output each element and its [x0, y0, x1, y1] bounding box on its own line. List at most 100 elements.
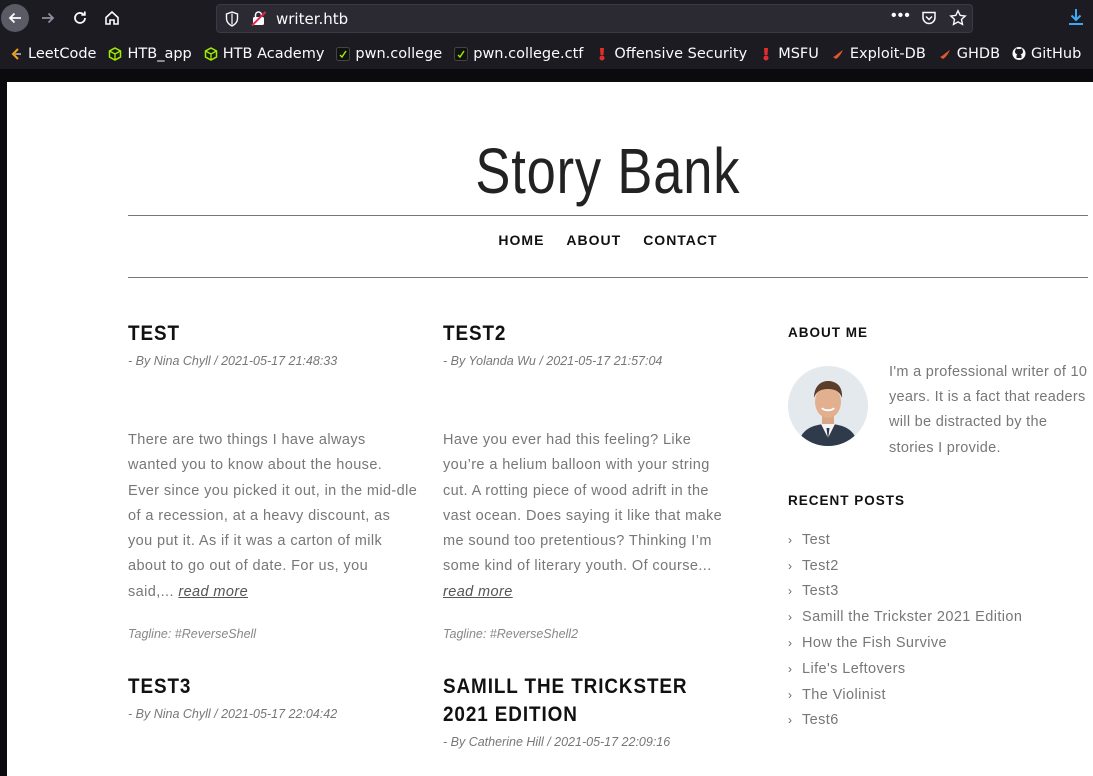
bookmark-label: GitHub [1031, 45, 1082, 62]
recent-post-item[interactable]: › Life's Leftovers [788, 656, 1022, 682]
nav-about[interactable]: ABOUT [566, 232, 621, 262]
bookmark-label: pwn.college.ctf [473, 45, 584, 62]
pwn-college-icon [454, 46, 469, 61]
bookmark-label: LeetCode [28, 45, 97, 62]
recent-post-label[interactable]: How the Fish Survive [802, 635, 947, 651]
post-excerpt-text: Have you ever had this feeling? Like you… [443, 432, 723, 575]
about-me-heading: ABOUT ME [788, 325, 868, 340]
offsec-icon [759, 47, 773, 61]
bookmark-label: Offensive Security [614, 45, 748, 62]
chevron-right-icon: › [788, 558, 793, 573]
bookmark-label: pwn.college [355, 45, 443, 62]
insecure-lock-icon[interactable] [251, 10, 267, 27]
arrow-left-icon [8, 12, 21, 24]
pwn-college-icon [336, 46, 351, 61]
read-more-link[interactable]: read more [178, 584, 248, 600]
post-excerpt: There are two things I have always wante… [128, 428, 418, 605]
post-card: TEST - By Nina Chyll / 2021-05-17 21:48:… [128, 320, 418, 641]
bookmark-label: Exploit-DB [849, 45, 926, 62]
bookmark-pwn-college-ctf[interactable]: pwn.college.ctf [454, 46, 583, 62]
author-avatar [788, 366, 868, 446]
htb-cube-icon [204, 46, 218, 61]
recent-post-item[interactable]: › Test3 [788, 579, 1022, 605]
read-more-link[interactable]: read more [443, 584, 513, 600]
chevron-right-icon: › [788, 532, 793, 547]
recent-post-item[interactable]: › How the Fish Survive [788, 630, 1022, 656]
download-icon[interactable] [1066, 7, 1086, 27]
bookmark-ghdb[interactable]: GHDB [938, 46, 1000, 62]
bookmark-offensive-security[interactable]: Offensive Security [595, 46, 747, 62]
post-title[interactable]: TEST3 [128, 673, 416, 701]
post-title[interactable]: SAMILL THE TRICKSTER 2021 EDITION [443, 673, 713, 729]
post-excerpt: Have you ever had this feeling? Like you… [443, 428, 733, 605]
recent-post-item[interactable]: › Test6 [788, 708, 1022, 734]
bookmark-label: GHDB [956, 45, 1001, 62]
reload-icon [74, 11, 86, 24]
exploitdb-icon [938, 47, 952, 61]
post-card: TEST3 - By Nina Chyll / 2021-05-17 22:04… [128, 673, 418, 721]
more-actions-icon[interactable]: ••• [891, 7, 911, 25]
post-meta: - By Nina Chyll / 2021-05-17 22:04:42 [128, 707, 338, 721]
post-title[interactable]: TEST [128, 320, 416, 348]
url-text[interactable]: writer.htb [276, 10, 348, 28]
chevron-right-icon: › [788, 610, 793, 625]
chevron-right-icon: › [788, 584, 793, 599]
bookmark-leetcode[interactable]: LeetCode [9, 46, 96, 62]
header-divider [128, 215, 1088, 216]
bookmark-exploit-db[interactable]: Exploit-DB [831, 46, 926, 62]
forward-button[interactable] [34, 4, 62, 32]
browser-toolbar: writer.htb ••• [0, 0, 1093, 38]
recent-post-label[interactable]: Test [802, 532, 830, 548]
recent-post-item[interactable]: › Samill the Trickster 2021 Edition [788, 604, 1022, 630]
chevron-right-icon: › [788, 636, 793, 651]
leetcode-icon [9, 47, 23, 61]
shield-icon[interactable] [225, 11, 239, 27]
recent-post-item[interactable]: › Test [788, 527, 1022, 553]
url-bar[interactable]: writer.htb ••• [216, 4, 973, 33]
recent-post-item[interactable]: › Test2 [788, 553, 1022, 579]
nav-divider [128, 277, 1088, 278]
post-title[interactable]: TEST2 [443, 320, 731, 348]
bookmark-label: HTB Academy [222, 45, 325, 62]
recent-post-label[interactable]: Life's Leftovers [802, 661, 905, 677]
post-card: SAMILL THE TRICKSTER 2021 EDITION - By C… [443, 673, 733, 749]
recent-posts-list: › Test › Test2 › Test3 › Samill the Trickste… [788, 527, 1022, 733]
recent-post-label[interactable]: Samill the Trickster 2021 Edition [802, 609, 1022, 625]
reload-button[interactable] [66, 4, 94, 32]
chevron-right-icon: › [788, 661, 793, 676]
recent-post-label[interactable]: Test6 [802, 712, 839, 728]
pocket-icon[interactable] [921, 10, 937, 26]
arrow-right-icon [42, 12, 55, 24]
bookmark-label: MSFU [778, 45, 819, 62]
post-tagline: Tagline: #ReverseShell [128, 627, 257, 642]
bookmarks-bar: LeetCode HTB_app HTB Academy pwn.college… [0, 38, 1093, 69]
nav-contact[interactable]: CONTACT [643, 232, 717, 262]
bookmark-pwn-college[interactable]: pwn.college [336, 46, 442, 62]
recent-post-label[interactable]: Test3 [802, 583, 839, 599]
post-meta: - By Nina Chyll / 2021-05-17 21:48:33 [128, 354, 338, 368]
home-button[interactable] [98, 4, 126, 32]
recent-post-item[interactable]: › The Violinist [788, 682, 1022, 708]
bookmark-label: HTB_app [127, 45, 192, 62]
nav-home[interactable]: HOME [498, 232, 544, 262]
chevron-right-icon: › [788, 713, 793, 728]
bookmark-htb-app[interactable]: HTB_app [108, 45, 192, 62]
recent-post-label[interactable]: The Violinist [802, 687, 886, 703]
home-icon [105, 10, 119, 25]
author-photo-icon [788, 366, 868, 446]
site-title[interactable]: Story Bank [115, 134, 1093, 208]
recent-posts-heading: RECENT POSTS [788, 493, 906, 508]
about-me-text: I'm a professional writer of 10 years. I… [889, 364, 1088, 456]
main-nav: HOME ABOUT CONTACT [128, 232, 1088, 262]
github-icon [1012, 47, 1026, 61]
back-button[interactable] [1, 4, 29, 32]
post-card: TEST2 - By Yolanda Wu / 2021-05-17 21:57… [443, 320, 733, 641]
recent-post-label[interactable]: Test2 [802, 558, 839, 574]
bookmark-msfu[interactable]: MSFU [759, 46, 819, 62]
bookmark-github[interactable]: GitHub [1012, 46, 1081, 62]
post-excerpt-text: There are two things I have always wante… [128, 432, 418, 600]
post-meta: - By Catherine Hill / 2021-05-17 22:09:1… [443, 735, 671, 749]
web-page: Story Bank HOME ABOUT CONTACT TEST - By … [7, 82, 1093, 776]
star-icon[interactable] [949, 9, 967, 27]
bookmark-htb-academy[interactable]: HTB Academy [204, 45, 325, 62]
